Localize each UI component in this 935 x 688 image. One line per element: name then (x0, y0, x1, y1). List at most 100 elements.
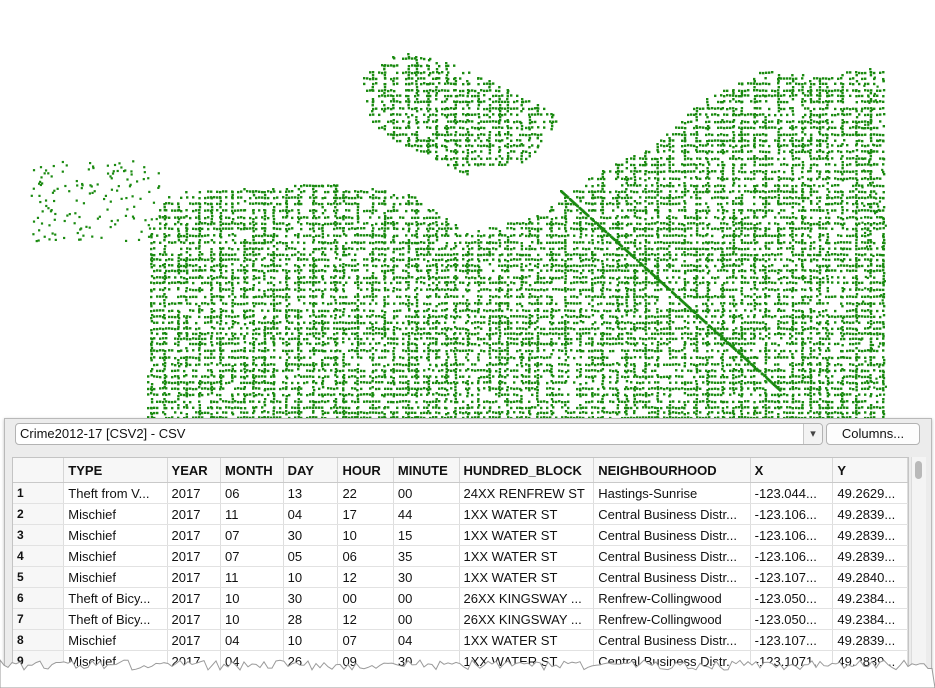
table-row[interactable]: 8 Mischief 2017 04 10 07 04 1XX WATER ST Central… (13, 629, 908, 651)
table-cell[interactable]: 49.2839... (832, 545, 908, 567)
row-number-header[interactable] (13, 458, 65, 483)
table-cell[interactable]: 15 (393, 524, 460, 546)
row-number[interactable]: 3 (13, 524, 65, 546)
table-row[interactable]: 2 Mischief 2017 11 04 17 44 1XX WATER ST Central… (13, 503, 908, 525)
table-cell[interactable]: -123.050... (750, 608, 834, 630)
table-cell[interactable]: 2017 (167, 629, 222, 651)
table-cell[interactable]: 2017 (167, 545, 222, 567)
table-row[interactable]: 6 Theft of Bicy... 2017 10 30 00 00 26XX KINGSW… (13, 587, 908, 609)
table-cell[interactable]: 49.2384... (832, 608, 908, 630)
table-cell[interactable]: 04 (393, 629, 460, 651)
table-cell[interactable]: 49.2839... (832, 629, 908, 651)
table-cell[interactable]: 49.2629... (832, 482, 908, 504)
table-cell[interactable]: 10 (220, 608, 284, 630)
table-cell[interactable]: 2017 (167, 503, 222, 525)
table-cell[interactable]: Theft of Bicy... (63, 587, 168, 609)
table-cell[interactable]: 2017 (167, 587, 222, 609)
table-cell[interactable]: 49.2384... (832, 587, 908, 609)
row-number[interactable]: 5 (13, 566, 65, 588)
table-cell[interactable]: 05 (283, 545, 339, 567)
table-cell[interactable]: -123.106... (750, 524, 834, 546)
table-cell[interactable]: Central Business Distr... (593, 503, 751, 525)
table-row[interactable]: 1 Theft from V... 2017 06 13 22 00 24XX RENFREW… (13, 482, 908, 504)
layer-select-dropdown[interactable]: Crime2012-17 [CSV2] - CSV ▾ (15, 423, 823, 445)
table-cell[interactable]: 1XX WATER ST (459, 545, 595, 567)
scrollbar-thumb[interactable] (915, 461, 922, 479)
table-cell[interactable]: 2017 (167, 566, 222, 588)
table-cell[interactable]: 2017 (167, 608, 222, 630)
column-header[interactable]: HUNDRED_BLOCK (459, 458, 595, 483)
table-cell[interactable]: 35 (393, 545, 460, 567)
table-cell[interactable]: 07 (220, 545, 284, 567)
table-cell[interactable]: Central Business Distr... (593, 545, 751, 567)
row-number[interactable]: 4 (13, 545, 65, 567)
table-cell[interactable]: Central Business Distr... (593, 629, 751, 651)
row-number[interactable]: 6 (13, 587, 65, 609)
table-row[interactable]: 4 Mischief 2017 07 05 06 35 1XX WATER ST Central… (13, 545, 908, 567)
column-header[interactable]: Y (832, 458, 908, 483)
table-cell[interactable]: -123.106... (750, 503, 834, 525)
crime-points-map[interactable] (0, 0, 935, 420)
table-cell[interactable]: -123.107... (750, 566, 834, 588)
column-header[interactable]: MONTH (220, 458, 284, 483)
table-cell[interactable]: 13 (283, 482, 339, 504)
table-cell[interactable]: 12 (337, 566, 394, 588)
row-number[interactable]: 7 (13, 608, 65, 630)
table-cell[interactable]: 49.2839... (832, 524, 908, 546)
table-cell[interactable]: 30 (393, 566, 460, 588)
table-cell[interactable]: 1XX WATER ST (459, 566, 595, 588)
table-cell[interactable]: 49.2840... (832, 566, 908, 588)
table-cell[interactable]: 1XX WATER ST (459, 503, 595, 525)
table-cell[interactable]: 06 (220, 482, 284, 504)
table-row[interactable]: 3 Mischief 2017 07 30 10 15 1XX WATER ST Central… (13, 524, 908, 546)
table-cell[interactable]: 11 (220, 566, 284, 588)
column-header[interactable]: MINUTE (393, 458, 460, 483)
table-row[interactable]: 5 Mischief 2017 11 10 12 30 1XX WATER ST Central… (13, 566, 908, 588)
table-cell[interactable]: 1XX WATER ST (459, 524, 595, 546)
column-header[interactable]: YEAR (167, 458, 222, 483)
table-cell[interactable]: 04 (220, 629, 284, 651)
columns-button[interactable]: Columns... (826, 423, 920, 445)
table-cell[interactable]: Renfrew-Collingwood (593, 587, 751, 609)
table-cell[interactable]: Theft of Bicy... (63, 608, 168, 630)
table-cell[interactable]: 00 (337, 587, 394, 609)
table-cell[interactable]: -123.050... (750, 587, 834, 609)
table-cell[interactable]: 00 (393, 587, 460, 609)
table-cell[interactable]: 26XX KINGSWAY ... (459, 608, 595, 630)
column-header[interactable]: TYPE (63, 458, 168, 483)
table-cell[interactable]: 17 (337, 503, 394, 525)
table-cell[interactable]: 30 (283, 587, 339, 609)
table-cell[interactable]: 11 (220, 503, 284, 525)
table-cell[interactable]: 2017 (167, 524, 222, 546)
table-cell[interactable]: Central Business Distr... (593, 566, 751, 588)
row-number[interactable]: 1 (13, 482, 65, 504)
table-cell[interactable]: Mischief (63, 524, 168, 546)
table-cell[interactable]: 10 (220, 587, 284, 609)
table-cell[interactable]: 1XX WATER ST (459, 629, 595, 651)
table-cell[interactable]: 00 (393, 608, 460, 630)
table-cell[interactable]: Hastings-Sunrise (593, 482, 751, 504)
table-cell[interactable]: 22 (337, 482, 394, 504)
table-cell[interactable]: 44 (393, 503, 460, 525)
table-cell[interactable]: 2017 (167, 482, 222, 504)
table-cell[interactable]: 10 (337, 524, 394, 546)
table-cell[interactable]: Mischief (63, 629, 168, 651)
table-cell[interactable]: 00 (393, 482, 460, 504)
table-cell[interactable]: -123.106... (750, 545, 834, 567)
table-cell[interactable]: 12 (337, 608, 394, 630)
column-header[interactable]: DAY (283, 458, 339, 483)
table-cell[interactable]: 06 (337, 545, 394, 567)
table-cell[interactable]: 24XX RENFREW ST (459, 482, 595, 504)
table-cell[interactable]: -123.044... (750, 482, 834, 504)
table-cell[interactable]: Mischief (63, 545, 168, 567)
row-number[interactable]: 2 (13, 503, 65, 525)
table-cell[interactable]: Mischief (63, 566, 168, 588)
table-cell[interactable]: Renfrew-Collingwood (593, 608, 751, 630)
row-number[interactable]: 8 (13, 629, 65, 651)
chevron-down-icon[interactable]: ▾ (803, 424, 822, 444)
table-cell[interactable]: 30 (283, 524, 339, 546)
table-cell[interactable]: 26XX KINGSWAY ... (459, 587, 595, 609)
table-cell[interactable]: 07 (337, 629, 394, 651)
column-header[interactable]: HOUR (337, 458, 394, 483)
table-cell[interactable]: Mischief (63, 503, 168, 525)
